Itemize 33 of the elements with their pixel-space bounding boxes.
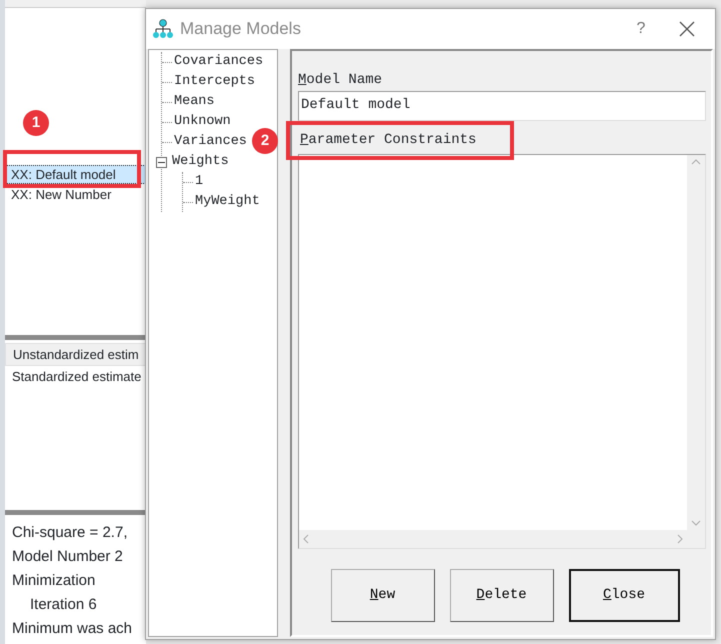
model-name-field[interactable]: Default model xyxy=(298,91,706,121)
constraints-field[interactable] xyxy=(298,154,706,549)
model-list-item[interactable]: XX: Default model xyxy=(5,165,146,184)
estimates-list-item[interactable]: Unstandardized estim xyxy=(5,343,146,366)
scroll-left-icon[interactable] xyxy=(303,534,309,544)
output-line: Model Number 2 xyxy=(11,547,124,567)
scroll-down-icon[interactable] xyxy=(691,520,701,526)
collapse-toggle-icon[interactable] xyxy=(156,156,167,168)
hierarchy-icon xyxy=(152,18,174,40)
tree-item[interactable]: MyWeight xyxy=(195,192,260,212)
dialog-button[interactable]: New xyxy=(330,569,434,622)
tree-item[interactable]: Unknown xyxy=(174,112,231,132)
scroll-right-icon[interactable] xyxy=(677,534,683,544)
dialog-button[interactable]: Delete xyxy=(450,569,554,622)
tree-item[interactable]: Intercepts xyxy=(174,72,256,92)
output-line: Iteration 6 xyxy=(29,595,98,615)
tree-item[interactable]: Variances xyxy=(174,132,247,152)
tree-item[interactable]: 1 xyxy=(195,172,204,192)
model-name-label: Model Name xyxy=(298,71,384,90)
estimates-list-item[interactable]: Standardized estimate xyxy=(5,366,146,387)
output-line: Minimum was ach xyxy=(11,619,134,639)
model-list-item[interactable]: XX: New Number xyxy=(5,185,146,204)
tree-item[interactable]: Weights xyxy=(172,152,229,172)
tree-item[interactable]: Means xyxy=(174,92,215,112)
help-button[interactable]: ? xyxy=(621,17,661,41)
output-line: Minimization xyxy=(11,571,96,591)
scroll-up-icon[interactable] xyxy=(691,159,701,165)
dialog-button[interactable]: Close xyxy=(568,569,680,622)
constraints-label: Parameter Constraints xyxy=(299,131,478,150)
window-title: Manage Models xyxy=(180,18,301,40)
output-line: Chi-square = 2.7, xyxy=(11,523,128,543)
tree-item[interactable]: Covariances xyxy=(174,52,264,72)
close-icon[interactable] xyxy=(679,21,695,37)
